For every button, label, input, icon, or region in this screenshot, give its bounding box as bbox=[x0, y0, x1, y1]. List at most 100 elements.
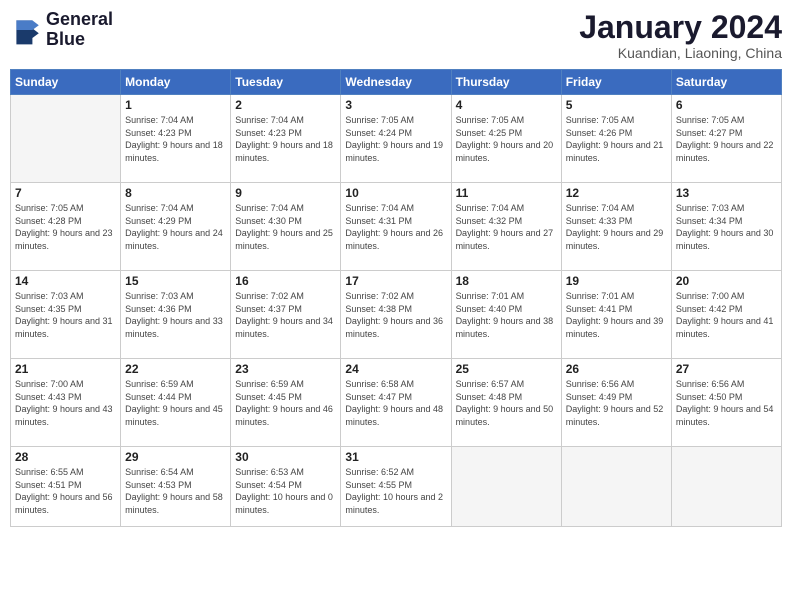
day-info: Sunrise: 7:05 AM Sunset: 4:26 PM Dayligh… bbox=[566, 114, 667, 164]
day-info: Sunrise: 6:52 AM Sunset: 4:55 PM Dayligh… bbox=[345, 466, 446, 516]
table-row: 20 Sunrise: 7:00 AM Sunset: 4:42 PM Dayli… bbox=[671, 271, 781, 359]
table-row: 6 Sunrise: 7:05 AM Sunset: 4:27 PM Daylig… bbox=[671, 95, 781, 183]
table-row: 8 Sunrise: 7:04 AM Sunset: 4:29 PM Daylig… bbox=[121, 183, 231, 271]
day-number: 2 bbox=[235, 98, 336, 112]
day-number: 28 bbox=[15, 450, 116, 464]
table-row: 26 Sunrise: 6:56 AM Sunset: 4:49 PM Dayli… bbox=[561, 359, 671, 447]
table-row: 9 Sunrise: 7:04 AM Sunset: 4:30 PM Daylig… bbox=[231, 183, 341, 271]
day-number: 31 bbox=[345, 450, 446, 464]
day-number: 16 bbox=[235, 274, 336, 288]
table-row bbox=[451, 447, 561, 527]
col-thursday: Thursday bbox=[451, 70, 561, 95]
table-row: 1 Sunrise: 7:04 AM Sunset: 4:23 PM Daylig… bbox=[121, 95, 231, 183]
table-row: 22 Sunrise: 6:59 AM Sunset: 4:44 PM Dayli… bbox=[121, 359, 231, 447]
day-info: Sunrise: 7:03 AM Sunset: 4:35 PM Dayligh… bbox=[15, 290, 116, 340]
table-row: 12 Sunrise: 7:04 AM Sunset: 4:33 PM Dayli… bbox=[561, 183, 671, 271]
page: General Blue January 2024 Kuandian, Liao… bbox=[0, 0, 792, 612]
calendar-title: January 2024 bbox=[579, 10, 782, 45]
day-number: 12 bbox=[566, 186, 667, 200]
table-row: 27Sunrise: 6:56 AM Sunset: 4:50 PM Dayli… bbox=[671, 359, 781, 447]
day-number: 3 bbox=[345, 98, 446, 112]
day-info: Sunrise: 7:04 AM Sunset: 4:31 PM Dayligh… bbox=[345, 202, 446, 252]
calendar-table: Sunday Monday Tuesday Wednesday Thursday… bbox=[10, 69, 782, 527]
table-row: 2Sunrise: 7:04 AM Sunset: 4:23 PM Daylig… bbox=[231, 95, 341, 183]
day-number: 25 bbox=[456, 362, 557, 376]
day-info: Sunrise: 7:01 AM Sunset: 4:40 PM Dayligh… bbox=[456, 290, 557, 340]
day-info: Sunrise: 7:04 AM Sunset: 4:32 PM Dayligh… bbox=[456, 202, 557, 252]
table-row: 14 Sunrise: 7:03 AM Sunset: 4:35 PM Dayli… bbox=[11, 271, 121, 359]
day-number: 18 bbox=[456, 274, 557, 288]
table-row: 25Sunrise: 6:57 AM Sunset: 4:48 PM Dayli… bbox=[451, 359, 561, 447]
day-number: 10 bbox=[345, 186, 446, 200]
day-info: Sunrise: 6:59 AM Sunset: 4:44 PM Dayligh… bbox=[125, 378, 226, 428]
day-number: 5 bbox=[566, 98, 667, 112]
day-info: Sunrise: 7:05 AM Sunset: 4:24 PM Dayligh… bbox=[345, 114, 446, 164]
col-monday: Monday bbox=[121, 70, 231, 95]
day-info: Sunrise: 7:05 AM Sunset: 4:25 PM Dayligh… bbox=[456, 114, 557, 164]
table-row: 24 Sunrise: 6:58 AM Sunset: 4:47 PM Dayli… bbox=[341, 359, 451, 447]
table-row: 21 Sunrise: 7:00 AM Sunset: 4:43 PM Dayli… bbox=[11, 359, 121, 447]
table-row: 29 Sunrise: 6:54 AM Sunset: 4:53 PM Dayli… bbox=[121, 447, 231, 527]
day-info: Sunrise: 6:59 AM Sunset: 4:45 PM Dayligh… bbox=[235, 378, 336, 428]
table-row: 13Sunrise: 7:03 AM Sunset: 4:34 PM Dayli… bbox=[671, 183, 781, 271]
day-info: Sunrise: 7:02 AM Sunset: 4:38 PM Dayligh… bbox=[345, 290, 446, 340]
table-row: 7Sunrise: 7:05 AM Sunset: 4:28 PM Daylig… bbox=[11, 183, 121, 271]
day-number: 8 bbox=[125, 186, 226, 200]
col-friday: Friday bbox=[561, 70, 671, 95]
generalblue-logo-icon bbox=[10, 14, 42, 46]
day-info: Sunrise: 7:03 AM Sunset: 4:36 PM Dayligh… bbox=[125, 290, 226, 340]
table-row: 4 Sunrise: 7:05 AM Sunset: 4:25 PM Daylig… bbox=[451, 95, 561, 183]
table-row: 3 Sunrise: 7:05 AM Sunset: 4:24 PM Daylig… bbox=[341, 95, 451, 183]
day-info: Sunrise: 6:56 AM Sunset: 4:49 PM Dayligh… bbox=[566, 378, 667, 428]
day-number: 15 bbox=[125, 274, 226, 288]
table-row: 23 Sunrise: 6:59 AM Sunset: 4:45 PM Dayli… bbox=[231, 359, 341, 447]
logo-line1: General bbox=[46, 10, 113, 30]
day-info: Sunrise: 7:04 AM Sunset: 4:33 PM Dayligh… bbox=[566, 202, 667, 252]
table-row bbox=[561, 447, 671, 527]
day-number: 24 bbox=[345, 362, 446, 376]
day-info: Sunrise: 7:03 AM Sunset: 4:34 PM Dayligh… bbox=[676, 202, 777, 252]
day-number: 14 bbox=[15, 274, 116, 288]
day-info: Sunrise: 7:02 AM Sunset: 4:37 PM Dayligh… bbox=[235, 290, 336, 340]
table-row: 18 Sunrise: 7:01 AM Sunset: 4:40 PM Dayli… bbox=[451, 271, 561, 359]
table-row: 17 Sunrise: 7:02 AM Sunset: 4:38 PM Dayli… bbox=[341, 271, 451, 359]
day-number: 17 bbox=[345, 274, 446, 288]
header: General Blue January 2024 Kuandian, Liao… bbox=[10, 10, 782, 61]
day-info: Sunrise: 7:04 AM Sunset: 4:29 PM Dayligh… bbox=[125, 202, 226, 252]
table-row: 11 Sunrise: 7:04 AM Sunset: 4:32 PM Dayli… bbox=[451, 183, 561, 271]
col-wednesday: Wednesday bbox=[341, 70, 451, 95]
logo: General Blue bbox=[10, 10, 113, 50]
day-info: Sunrise: 7:04 AM Sunset: 4:23 PM Dayligh… bbox=[125, 114, 226, 164]
day-number: 11 bbox=[456, 186, 557, 200]
day-number: 29 bbox=[125, 450, 226, 464]
day-number: 4 bbox=[456, 98, 557, 112]
day-info: Sunrise: 6:58 AM Sunset: 4:47 PM Dayligh… bbox=[345, 378, 446, 428]
day-info: Sunrise: 6:54 AM Sunset: 4:53 PM Dayligh… bbox=[125, 466, 226, 516]
table-row bbox=[11, 95, 121, 183]
day-info: Sunrise: 6:53 AM Sunset: 4:54 PM Dayligh… bbox=[235, 466, 336, 516]
day-info: Sunrise: 6:56 AM Sunset: 4:50 PM Dayligh… bbox=[676, 378, 777, 428]
day-number: 20 bbox=[676, 274, 777, 288]
day-number: 21 bbox=[15, 362, 116, 376]
logo-line2: Blue bbox=[46, 30, 113, 50]
day-number: 9 bbox=[235, 186, 336, 200]
day-number: 7 bbox=[15, 186, 116, 200]
day-info: Sunrise: 7:04 AM Sunset: 4:30 PM Dayligh… bbox=[235, 202, 336, 252]
day-number: 1 bbox=[125, 98, 226, 112]
table-row: 28Sunrise: 6:55 AM Sunset: 4:51 PM Dayli… bbox=[11, 447, 121, 527]
title-block: January 2024 Kuandian, Liaoning, China bbox=[579, 10, 782, 61]
day-number: 26 bbox=[566, 362, 667, 376]
table-row: 30 Sunrise: 6:53 AM Sunset: 4:54 PM Dayli… bbox=[231, 447, 341, 527]
calendar-subtitle: Kuandian, Liaoning, China bbox=[579, 45, 782, 61]
day-info: Sunrise: 7:05 AM Sunset: 4:27 PM Dayligh… bbox=[676, 114, 777, 164]
day-info: Sunrise: 7:00 AM Sunset: 4:43 PM Dayligh… bbox=[15, 378, 116, 428]
table-row bbox=[671, 447, 781, 527]
col-sunday: Sunday bbox=[11, 70, 121, 95]
day-number: 6 bbox=[676, 98, 777, 112]
day-number: 30 bbox=[235, 450, 336, 464]
table-row: 15 Sunrise: 7:03 AM Sunset: 4:36 PM Dayli… bbox=[121, 271, 231, 359]
day-number: 23 bbox=[235, 362, 336, 376]
day-info: Sunrise: 7:00 AM Sunset: 4:42 PM Dayligh… bbox=[676, 290, 777, 340]
day-number: 22 bbox=[125, 362, 226, 376]
table-row: 5 Sunrise: 7:05 AM Sunset: 4:26 PM Daylig… bbox=[561, 95, 671, 183]
